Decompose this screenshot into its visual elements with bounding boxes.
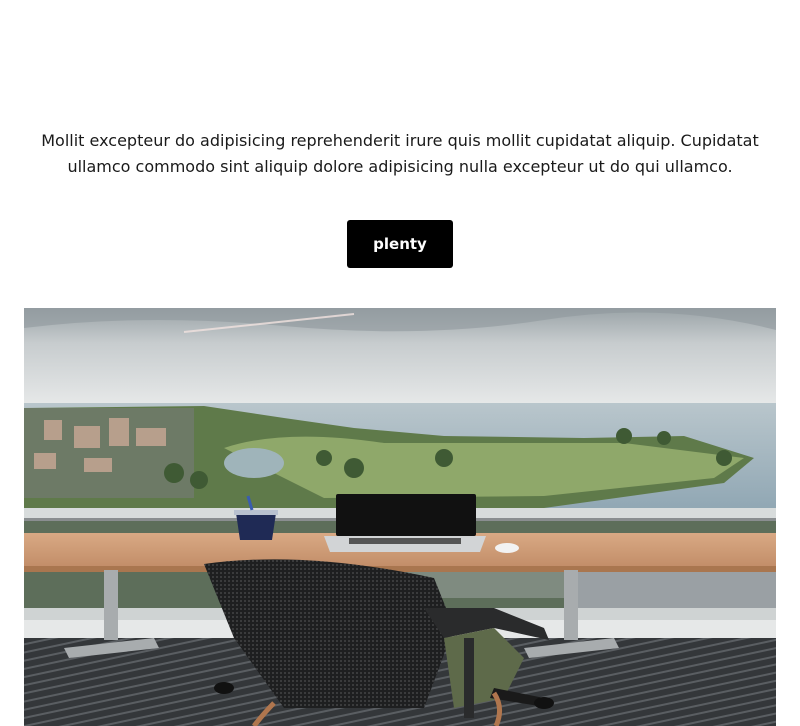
hero-image [24, 308, 776, 726]
page: Mollit excepteur do adipisicing reprehen… [0, 0, 800, 726]
plenty-button[interactable]: plenty [347, 220, 453, 268]
intro-paragraph: Mollit excepteur do adipisicing reprehen… [41, 131, 759, 176]
